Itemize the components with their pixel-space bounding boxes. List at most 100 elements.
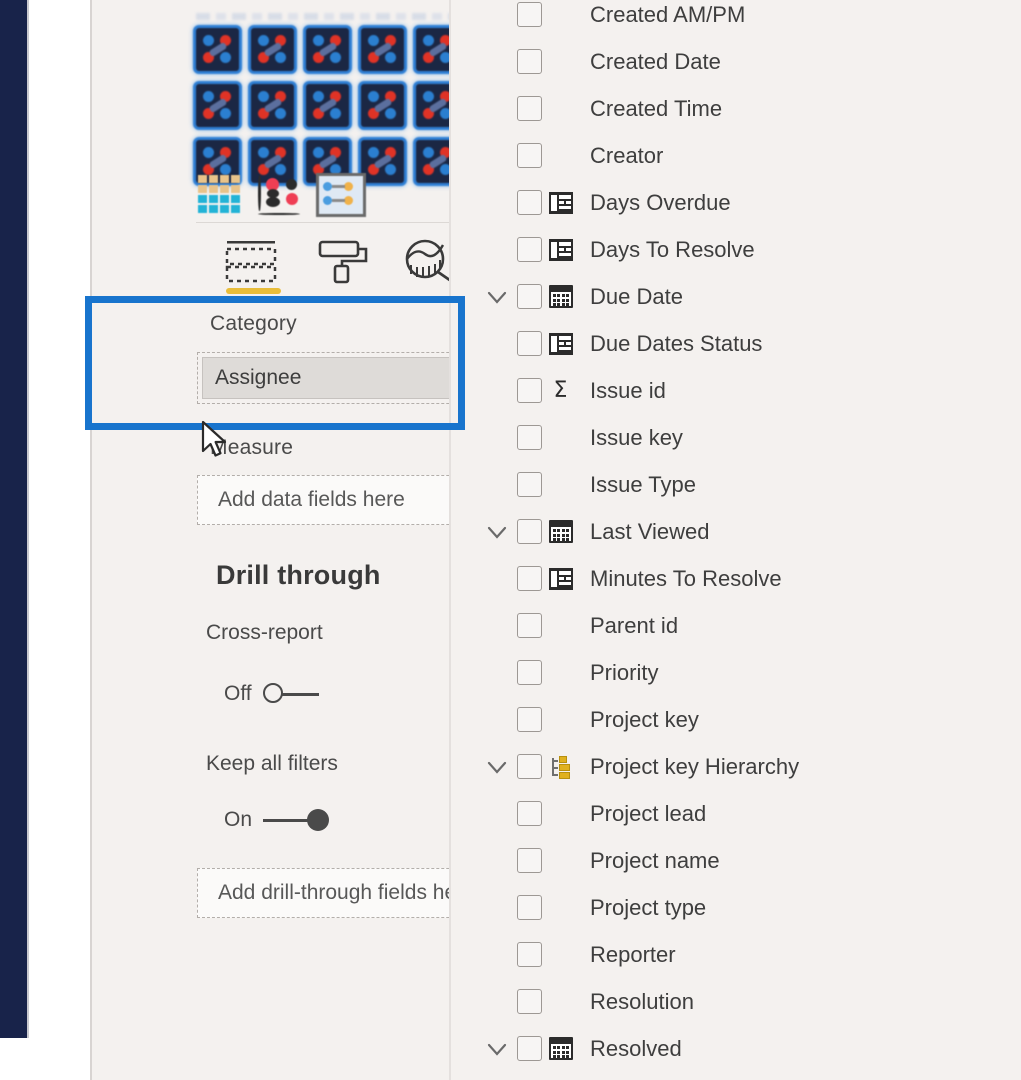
field-list-item[interactable]: Due Date — [451, 273, 1021, 320]
field-type-icon: Σ — [547, 378, 574, 403]
category-well-label: Category — [210, 312, 297, 335]
custom-visual-icon[interactable] — [251, 28, 294, 71]
cross-report-toggle[interactable]: Off — [224, 682, 319, 706]
fields-pane: Created AM/PM Created Date Created Time Cre… — [451, 0, 1021, 1080]
field-checkbox[interactable] — [517, 472, 542, 497]
paint-roller-icon — [318, 240, 368, 284]
field-checkbox[interactable] — [517, 848, 542, 873]
field-name-label: Priority — [590, 659, 659, 685]
expand-chevron-icon[interactable] — [477, 754, 517, 780]
field-list-item[interactable]: Resolved — [451, 1025, 1021, 1072]
field-list-item[interactable]: Project key Hierarchy — [451, 743, 1021, 790]
field-checkbox[interactable] — [517, 942, 542, 967]
tab-build-visual[interactable] — [214, 232, 290, 290]
active-tab-indicator — [226, 288, 281, 294]
field-checkbox[interactable] — [517, 989, 542, 1014]
field-checkbox[interactable] — [517, 190, 542, 215]
custom-visual-icon[interactable] — [251, 84, 294, 127]
field-checkbox[interactable] — [517, 49, 542, 74]
field-checkbox[interactable] — [517, 2, 542, 27]
field-list-item[interactable]: Creator — [451, 132, 1021, 179]
field-name-label: Due Date — [590, 283, 683, 309]
cross-report-state: Off — [224, 682, 252, 705]
field-name-label: Project type — [590, 894, 707, 920]
field-list-item[interactable]: Project lead — [451, 790, 1021, 837]
keep-all-filters-toggle[interactable]: On — [224, 808, 330, 832]
tab-format-visual[interactable] — [306, 232, 382, 290]
field-checkbox[interactable] — [517, 284, 542, 309]
field-name-label: Issue key — [590, 424, 683, 450]
field-checkbox[interactable] — [517, 895, 542, 920]
field-type-icon — [547, 754, 574, 779]
expand-chevron-icon[interactable] — [477, 519, 517, 545]
field-name-label: Project lead — [590, 800, 707, 826]
field-checkbox[interactable] — [517, 143, 542, 168]
toggle-switch-on[interactable] — [263, 809, 330, 831]
field-list-item[interactable]: Project type — [451, 884, 1021, 931]
custom-visual-icon[interactable] — [361, 140, 404, 183]
field-checkbox[interactable] — [517, 660, 542, 685]
field-type-icon — [547, 190, 574, 215]
field-name-label: Minutes To Resolve — [590, 565, 782, 591]
custom-visual-icon[interactable] — [306, 28, 349, 71]
field-list-item[interactable]: Issue key — [451, 414, 1021, 461]
keep-all-filters-label: Keep all filters — [206, 752, 338, 775]
field-list-item[interactable]: Reporter — [451, 931, 1021, 978]
field-list-item[interactable]: Project key — [451, 696, 1021, 743]
field-list-item[interactable]: Σ Issue id — [451, 367, 1021, 414]
field-list-item[interactable]: Days Overdue — [451, 179, 1021, 226]
field-list-item[interactable]: Project name — [451, 837, 1021, 884]
field-type-icon — [547, 566, 574, 591]
custom-visual-icon[interactable] — [196, 84, 239, 127]
field-list-item[interactable]: Due Dates Status — [451, 320, 1021, 367]
field-checkbox[interactable] — [517, 566, 542, 591]
field-list-item[interactable]: Created Date — [451, 38, 1021, 85]
field-name-label: Project key Hierarchy — [590, 753, 800, 779]
calculated-column-icon — [548, 238, 573, 261]
field-checkbox[interactable] — [517, 331, 542, 356]
field-name-label: Project key — [590, 706, 699, 732]
scatter-chart-icon[interactable] — [258, 175, 302, 215]
mouse-cursor — [201, 420, 227, 457]
field-checkbox[interactable] — [517, 378, 542, 403]
field-list-item[interactable]: Parent id — [451, 602, 1021, 649]
hierarchy-icon — [549, 755, 573, 779]
field-checkbox[interactable] — [517, 237, 542, 262]
field-list-item[interactable]: Issue Type — [451, 461, 1021, 508]
field-name-label: Resolved — [590, 1035, 682, 1061]
field-list-item[interactable]: Days To Resolve — [451, 226, 1021, 273]
field-checkbox[interactable] — [517, 425, 542, 450]
field-type-icon — [547, 1036, 574, 1061]
field-checkbox[interactable] — [517, 707, 542, 732]
field-name-label: Creator — [590, 142, 664, 168]
field-list-item[interactable]: Priority — [451, 649, 1021, 696]
field-list-item[interactable]: Minutes To Resolve — [451, 555, 1021, 602]
field-name-label: Issue id — [590, 377, 666, 403]
expand-chevron-icon[interactable] — [477, 284, 517, 310]
field-checkbox[interactable] — [517, 1036, 542, 1061]
field-checkbox[interactable] — [517, 96, 542, 121]
field-checkbox[interactable] — [517, 613, 542, 638]
field-checkbox[interactable] — [517, 519, 542, 544]
field-list-item[interactable]: Resolution — [451, 978, 1021, 1025]
field-checkbox[interactable] — [517, 801, 542, 826]
drill-through-title: Drill through — [216, 560, 381, 590]
custom-visual-icon[interactable] — [306, 84, 349, 127]
matrix-visual-icon[interactable] — [198, 175, 244, 215]
expand-chevron-icon[interactable] — [477, 1036, 517, 1062]
field-list-item[interactable]: Last Viewed — [451, 508, 1021, 555]
field-checkbox[interactable] — [517, 754, 542, 779]
custom-visual-icon[interactable] — [361, 28, 404, 71]
toggle-switch-off[interactable] — [262, 683, 319, 705]
custom-visual-icon[interactable] — [361, 84, 404, 127]
custom-visual-icon[interactable] — [196, 28, 239, 71]
custom-visual-icon-selected[interactable] — [316, 173, 366, 217]
field-name-label: Last Viewed — [590, 518, 710, 544]
field-list-item[interactable]: Created AM/PM — [451, 0, 1021, 38]
visualizations-pane: Category Assignee Measure Add data field… — [92, 0, 536, 1080]
field-name-label: Issue Type — [590, 471, 696, 497]
cross-report-label: Cross-report — [206, 621, 323, 644]
field-type-icon — [547, 284, 574, 309]
field-name-label: Created AM/PM — [590, 1, 746, 27]
field-list-item[interactable]: Created Time — [451, 85, 1021, 132]
